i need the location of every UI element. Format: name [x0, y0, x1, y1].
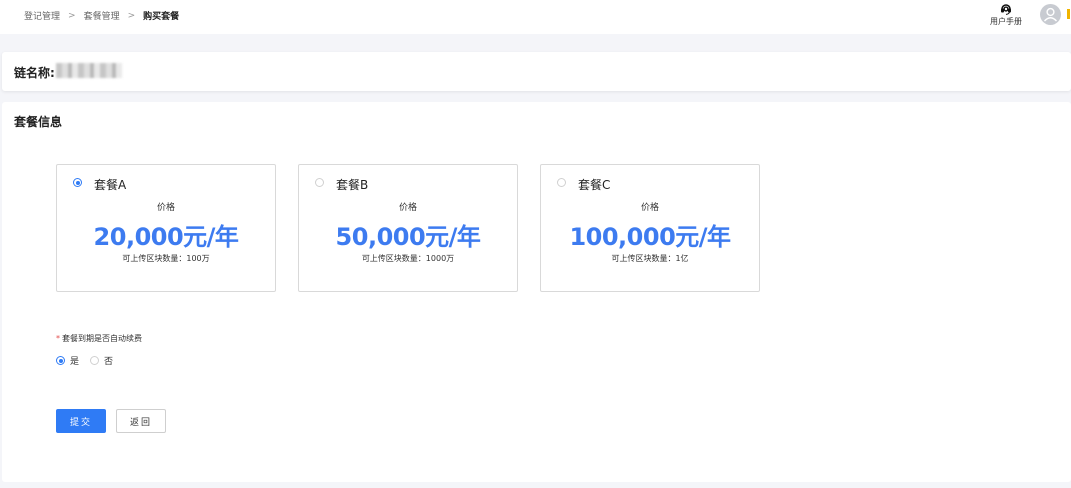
user-avatar-icon: [1043, 7, 1058, 22]
package-quota: 可上传区块数量：100万: [122, 254, 210, 263]
back-button[interactable]: 返回: [116, 409, 166, 433]
chain-name-redacted: [56, 63, 122, 78]
auto-renew-no-radio[interactable]: [90, 356, 100, 365]
chain-name-label: 链名称:: [14, 66, 55, 80]
breadcrumb-item-packages[interactable]: 套餐管理: [84, 9, 120, 22]
package-c-radio[interactable]: [557, 178, 566, 187]
auto-renew-no-option[interactable]: 否: [90, 354, 113, 367]
breadcrumb-current: 购买套餐: [143, 12, 180, 22]
auto-renew-yes-label: 是: [70, 357, 80, 367]
auto-renew-yes-radio[interactable]: [56, 356, 65, 365]
price-label: 价格: [398, 203, 417, 213]
package-name: 套餐C: [578, 178, 611, 192]
auto-renew-label-text: 套餐到期是否自动续费: [62, 334, 142, 343]
package-card-c[interactable]: 套餐C 价格 100,000元/年 可上传区块数量：1亿: [540, 164, 760, 292]
headset-icon: [1001, 4, 1011, 15]
notification-indicator: [1067, 9, 1070, 19]
top-bar: 登记管理 > 套餐管理 > 购买套餐 用户手册: [0, 0, 1071, 34]
auto-renew-options: 是 否: [56, 354, 124, 367]
package-price: 100,000元/年: [569, 223, 731, 251]
package-b-radio[interactable]: [315, 178, 324, 187]
package-price: 50,000元/年: [335, 223, 481, 251]
package-quota: 可上传区块数量：1000万: [361, 254, 455, 263]
auto-renew-no-label: 否: [104, 357, 114, 367]
package-price: 20,000元/年: [93, 223, 239, 251]
package-card-b[interactable]: 套餐B 价格 50,000元/年 可上传区块数量：1000万: [298, 164, 518, 292]
breadcrumb-separator: >: [68, 10, 76, 21]
package-quota: 可上传区块数量：1亿: [611, 254, 689, 263]
section-title: 套餐信息: [14, 115, 63, 129]
package-card-a[interactable]: 套餐A 价格 20,000元/年 可上传区块数量：100万: [56, 164, 276, 292]
breadcrumb-separator: >: [127, 10, 136, 21]
package-name: 套餐A: [94, 178, 127, 192]
required-mark: *: [56, 334, 60, 343]
user-manual-button[interactable]: 用户手册: [986, 2, 1026, 27]
chain-name-card: 链名称:: [2, 52, 1071, 91]
auto-renew-yes-option[interactable]: 是: [56, 354, 79, 367]
price-label: 价格: [640, 203, 659, 213]
auto-renew-label: * 套餐到期是否自动续费: [56, 333, 142, 344]
breadcrumb-item-registration[interactable]: 登记管理: [24, 9, 60, 22]
package-form-card: 套餐信息 套餐A 价格 20,000元/年 可上传区块数量：100万 套餐B 价…: [2, 102, 1071, 482]
package-a-radio[interactable]: [73, 178, 82, 187]
price-label: 价格: [156, 203, 175, 213]
breadcrumb: 登记管理 > 套餐管理 > 购买套餐: [24, 9, 180, 23]
submit-button[interactable]: 提交: [56, 409, 106, 433]
user-manual-label: 用户手册: [990, 17, 1022, 26]
user-avatar[interactable]: [1040, 4, 1061, 25]
package-name: 套餐B: [336, 178, 369, 192]
